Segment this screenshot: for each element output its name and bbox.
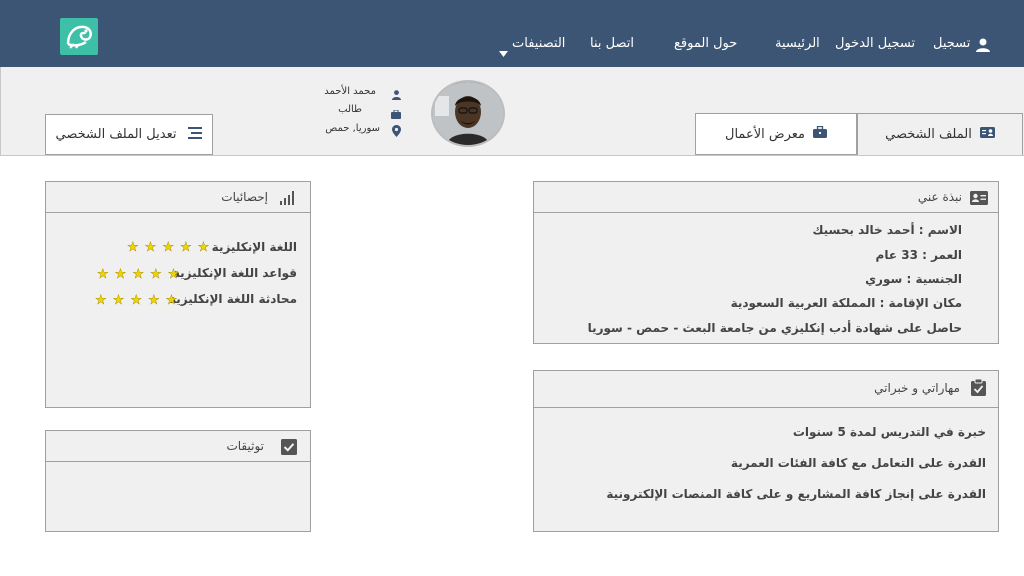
profile-role: طالب (338, 104, 362, 115)
id-card-icon (970, 190, 988, 209)
skills-title: مهاراتي و خبراتي (874, 381, 960, 395)
location-icon (392, 122, 401, 141)
rating-stars: ★ ★ ★ ★ ★ (95, 293, 178, 308)
about-card-header: نبذة عني (534, 182, 998, 213)
stat-label: قواعد اللغة الإنكليزية (172, 266, 297, 280)
nav-categories[interactable]: التصنيفات (512, 36, 565, 52)
rating-stars: ★ ★ ★ ★ ★ (97, 267, 180, 282)
star-icon: ★ (197, 240, 210, 255)
chevron-down-icon[interactable] (499, 42, 508, 61)
stats-title: إحصائيات (221, 190, 268, 204)
skill-line: القدرة على إنجاز كافة المشاريع و على كاف… (606, 487, 986, 501)
id-card-icon (979, 127, 995, 142)
user-small-icon (392, 85, 401, 104)
about-line: مكان الإقامة : المملكة العربية السعودية (730, 296, 962, 310)
certs-title: توثيقات (226, 439, 264, 453)
nav-login[interactable]: تسجيل الدخول (835, 36, 915, 52)
about-line: العمر : 33 عام (875, 248, 962, 262)
nav-contact[interactable]: اتصل بنا (590, 36, 634, 52)
tab-portfolio[interactable]: معرض الأعمال (695, 113, 857, 155)
stats-card-header: إحصائيات (46, 182, 310, 213)
menu-icon (186, 126, 203, 144)
skills-card: مهاراتي و خبراتي خبرة في التدريس لمدة 5 … (533, 370, 999, 532)
about-line: حاصل على شهادة أدب إنكليزي من جامعة البع… (587, 321, 962, 335)
stats-card: إحصائيات اللغة الإنكليزية ★ ★ ★ ★ ★ قواعد ال… (45, 181, 311, 408)
nav-home[interactable]: الرئيسية (775, 36, 820, 52)
rating-stars: ★ ★ ★ ★ ★ (127, 240, 210, 255)
profile-location: سوريا, حمص (325, 123, 380, 134)
star-icon: ★ (147, 293, 160, 308)
checkbox-icon (281, 439, 297, 459)
star-icon: ★ (149, 267, 162, 282)
star-icon: ★ (167, 267, 180, 282)
certs-card: توثيقات (45, 430, 311, 532)
star-icon: ★ (132, 267, 144, 282)
star-icon: ★ (162, 240, 174, 255)
about-card: نبذة عني الاسم : أحمد خالد بحسيك العمر :… (533, 181, 999, 344)
star-icon: ★ (97, 267, 109, 282)
about-title: نبذة عني (917, 190, 962, 204)
about-line: الاسم : أحمد خالد بحسيك (812, 223, 962, 237)
nav-register[interactable]: تسجيل (933, 36, 970, 52)
skill-line: القدرة على التعامل مع كافة الفئات العمري… (730, 456, 986, 470)
about-line: الجنسية : سوري (865, 272, 962, 286)
briefcase-icon (812, 125, 827, 142)
stat-label: محادثة اللغة الإنكليزية (168, 292, 297, 306)
skills-card-header: مهاراتي و خبراتي (534, 371, 998, 408)
star-icon: ★ (95, 293, 107, 308)
certs-card-header: توثيقات (46, 431, 310, 462)
briefcase-small-icon (391, 104, 401, 123)
star-icon: ★ (112, 293, 125, 308)
tab-portfolio-label: معرض الأعمال (725, 126, 805, 142)
star-icon: ★ (165, 293, 178, 308)
signal-bars-icon (280, 190, 297, 209)
user-icon (975, 37, 991, 56)
skill-line: خبرة في التدريس لمدة 5 سنوات (792, 425, 986, 439)
star-icon: ★ (130, 293, 142, 308)
chameleon-logo-icon (66, 25, 92, 49)
star-icon: ★ (179, 240, 192, 255)
tab-profile-label: الملف الشخصي (885, 127, 972, 142)
star-icon: ★ (144, 240, 157, 255)
edit-profile-label: تعديل الملف الشخصي (55, 127, 177, 142)
profile-name: محمد الأحمد (324, 86, 376, 97)
avatar (431, 80, 505, 147)
star-icon: ★ (114, 267, 127, 282)
stat-label: اللغة الإنكليزية (211, 240, 297, 254)
edit-profile-button[interactable]: تعديل الملف الشخصي (45, 114, 213, 155)
site-logo[interactable] (60, 18, 98, 55)
top-navbar (0, 0, 1024, 67)
star-icon: ★ (127, 240, 139, 255)
clipboard-check-icon (971, 378, 986, 400)
nav-about[interactable]: حول الموقع (674, 36, 737, 52)
tab-profile[interactable]: الملف الشخصي (857, 113, 1023, 155)
